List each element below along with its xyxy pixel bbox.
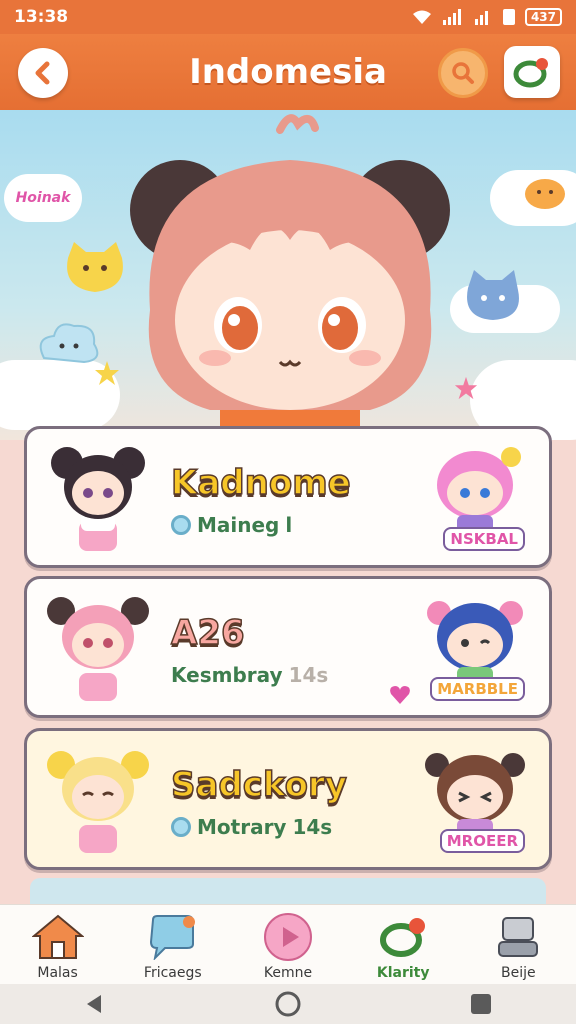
back-triangle-icon[interactable]: [83, 992, 107, 1016]
sim-icon: [502, 9, 515, 25]
list-item[interactable]: A26 Kesmbray 14s MARBBLE: [24, 576, 552, 718]
nav-item-messages[interactable]: Fricaegs: [118, 905, 228, 981]
card-subtitle-text: Motrary: [197, 815, 287, 839]
battery-icon: 437: [524, 8, 562, 26]
card-subtitle-suffix: 14s: [288, 663, 329, 687]
signal-icon: [442, 9, 461, 25]
card-subtitle-text: Kesmbray: [171, 663, 283, 687]
nav-item-home[interactable]: Malas: [3, 905, 113, 981]
character-avatar: [47, 597, 149, 701]
bottom-nav: Malas Fricaegs Kemne Klarity Beije: [0, 904, 576, 984]
list-item[interactable]: Sadckory Motrary 14s MROEER: [24, 728, 552, 870]
card-title: Kadnome: [170, 462, 351, 504]
device-icon: [492, 913, 544, 961]
card-title: Sadckory: [170, 764, 347, 806]
home-circle-icon[interactable]: [274, 990, 302, 1018]
orange-blob-sticker: [525, 179, 565, 209]
status-dot-icon: [171, 817, 191, 837]
character-avatar: [47, 751, 149, 853]
heart-icon: [390, 686, 410, 704]
search-icon: [452, 62, 474, 84]
nav-item-device[interactable]: Beije: [463, 905, 573, 981]
chat-button[interactable]: [504, 46, 560, 98]
wifi-icon: [412, 10, 431, 24]
nav-label: Beije: [501, 965, 536, 981]
sticker-label: NSKBAL: [443, 527, 525, 551]
card-subtitle: Maineg l: [171, 513, 292, 537]
yellow-cat-sticker: [67, 242, 123, 292]
sticker-label: MROEER: [439, 829, 525, 853]
signal-icon-2: [474, 11, 488, 25]
status-bar: 13:38 437: [0, 0, 576, 34]
nav-label: Malas: [37, 965, 78, 981]
nav-item-play[interactable]: Kemne: [233, 905, 343, 981]
list-peek-item: [30, 878, 546, 904]
chat-ring-icon: [377, 913, 429, 961]
hero-banner: Hoinak: [0, 110, 576, 440]
hero-character: [130, 114, 450, 440]
card-subtitle: Kesmbray 14s: [171, 663, 328, 687]
sticker-label: MARBBLE: [430, 677, 525, 701]
star-icon: [95, 361, 119, 385]
page-title: Indomesia: [189, 52, 387, 92]
chat-ring-icon: [513, 58, 548, 88]
speech-bubble: Hoinak: [4, 174, 82, 222]
nav-label: Fricaegs: [143, 965, 202, 981]
character-avatar: [51, 447, 145, 551]
card-subtitle-suffix: 14s: [292, 815, 333, 839]
status-icons: 437: [411, 8, 562, 26]
nav-label: Klarity: [376, 965, 430, 981]
status-dot-icon: [171, 515, 191, 535]
blue-cat-sticker: [467, 270, 519, 320]
card-subtitle-text: Maineg: [197, 513, 280, 537]
recents-square-icon[interactable]: [469, 992, 493, 1016]
chevron-left-icon: [35, 61, 50, 85]
card-subtitle-suffix: l: [285, 513, 293, 537]
app-bar: Indomesia: [0, 34, 576, 110]
play-icon: [262, 913, 314, 961]
card-subtitle: Motrary 14s: [171, 815, 332, 839]
nav-label: Kemne: [263, 965, 313, 981]
back-button[interactable]: [18, 48, 68, 98]
chat-bubble-icon: [147, 913, 199, 961]
house-icon: [31, 913, 84, 961]
status-time: 13:38: [14, 7, 69, 27]
nav-item-community[interactable]: Klarity: [348, 905, 458, 981]
search-button[interactable]: [438, 48, 488, 98]
card-title: A26: [170, 612, 245, 654]
star-icon: [454, 376, 478, 400]
system-nav-bar: [0, 984, 576, 1024]
list-item[interactable]: Kadnome Maineg l NSKBAL: [24, 426, 552, 568]
